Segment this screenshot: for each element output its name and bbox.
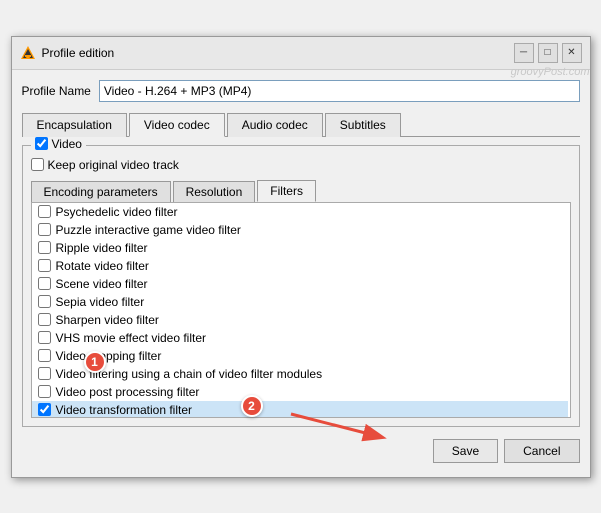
save-button[interactable]: Save	[433, 439, 498, 463]
filter-item[interactable]: Ripple video filter	[32, 239, 568, 257]
filter-item[interactable]: Rotate video filter	[32, 257, 568, 275]
filter-checkbox-9[interactable]	[38, 367, 51, 380]
bottom-buttons: 2 Save Cancel	[22, 435, 580, 467]
profile-name-label: Profile Name	[22, 84, 91, 98]
filter-checkbox-4[interactable]	[38, 277, 51, 290]
filters-list[interactable]: Psychedelic video filter Puzzle interacti…	[32, 203, 570, 417]
filter-item[interactable]: Sepia video filter	[32, 293, 568, 311]
keep-original-row: Keep original video track	[31, 158, 571, 172]
filter-checkbox-1[interactable]	[38, 223, 51, 236]
profile-name-input[interactable]	[99, 80, 580, 102]
filter-label-1: Puzzle interactive game video filter	[56, 223, 241, 237]
annotation-2-group: 2	[241, 395, 323, 417]
filter-item[interactable]: Psychedelic video filter	[32, 203, 568, 221]
tab-filters[interactable]: Filters	[257, 180, 316, 202]
filter-item[interactable]: Scene video filter	[32, 275, 568, 293]
badge-2: 2	[241, 395, 263, 417]
filter-label-0: Psychedelic video filter	[56, 205, 178, 219]
profile-row: Profile Name	[22, 80, 580, 102]
filter-item[interactable]: Puzzle interactive game video filter	[32, 221, 568, 239]
tab-encoding-parameters[interactable]: Encoding parameters	[31, 181, 171, 202]
window: Profile edition ─ □ ✕ groovyPost.com Pro…	[11, 36, 591, 478]
tab-resolution[interactable]: Resolution	[173, 181, 256, 202]
filter-label-7: VHS movie effect video filter	[56, 331, 207, 345]
tab-audio-codec[interactable]: Audio codec	[227, 113, 323, 137]
video-checkbox[interactable]	[35, 137, 48, 150]
tab-subtitles[interactable]: Subtitles	[325, 113, 401, 137]
vlc-icon	[20, 45, 36, 61]
filter-checkbox-2[interactable]	[38, 241, 51, 254]
filter-checkbox-0[interactable]	[38, 205, 51, 218]
filter-checkbox-11[interactable]	[38, 403, 51, 416]
titlebar-controls: ─ □ ✕	[514, 43, 582, 63]
video-section: Video Keep original video track Encoding…	[22, 145, 580, 427]
filter-label-4: Scene video filter	[56, 277, 148, 291]
badge-1: 1	[84, 351, 106, 373]
filter-label-6: Sharpen video filter	[56, 313, 159, 327]
filter-label-10: Video post processing filter	[56, 385, 200, 399]
filter-label-5: Sepia video filter	[56, 295, 145, 309]
filter-item[interactable]: Sharpen video filter	[32, 311, 568, 329]
filter-label-8: Video cropping filter	[56, 349, 162, 363]
filter-item[interactable]: VHS movie effect video filter	[32, 329, 568, 347]
outer-tabs: Encapsulation Video codec Audio codec Su…	[22, 112, 580, 137]
maximize-button[interactable]: □	[538, 43, 558, 63]
filter-label-3: Rotate video filter	[56, 259, 149, 273]
inner-tabs: Encoding parameters Resolution Filters	[31, 180, 571, 203]
keep-original-checkbox[interactable]	[31, 158, 44, 171]
tab-video-codec[interactable]: Video codec	[129, 113, 225, 137]
filter-label-11: Video transformation filter	[56, 403, 193, 417]
filter-checkbox-10[interactable]	[38, 385, 51, 398]
filter-checkbox-5[interactable]	[38, 295, 51, 308]
watermark: groovyPost.com	[511, 66, 590, 78]
keep-original-label: Keep original video track	[48, 158, 179, 172]
filter-label-2: Ripple video filter	[56, 241, 148, 255]
filter-checkbox-7[interactable]	[38, 331, 51, 344]
filter-item[interactable]: Video cropping filter	[32, 347, 568, 365]
video-label: Video	[52, 137, 82, 151]
filter-checkbox-6[interactable]	[38, 313, 51, 326]
filters-panel: Psychedelic video filter Puzzle interacti…	[31, 203, 571, 418]
minimize-button[interactable]: ─	[514, 43, 534, 63]
close-button[interactable]: ✕	[562, 43, 582, 63]
filter-checkbox-3[interactable]	[38, 259, 51, 272]
tab-encapsulation[interactable]: Encapsulation	[22, 113, 127, 137]
filter-item[interactable]: Video filtering using a chain of video f…	[32, 365, 568, 383]
cancel-button[interactable]: Cancel	[504, 439, 579, 463]
window-title: Profile edition	[42, 46, 115, 60]
arrow-2	[281, 409, 401, 449]
titlebar: Profile edition ─ □ ✕	[12, 37, 590, 70]
filter-checkbox-8[interactable]	[38, 349, 51, 362]
video-legend: Video	[31, 137, 86, 151]
annotation-1: 1	[84, 351, 106, 373]
titlebar-left: Profile edition	[20, 45, 115, 61]
